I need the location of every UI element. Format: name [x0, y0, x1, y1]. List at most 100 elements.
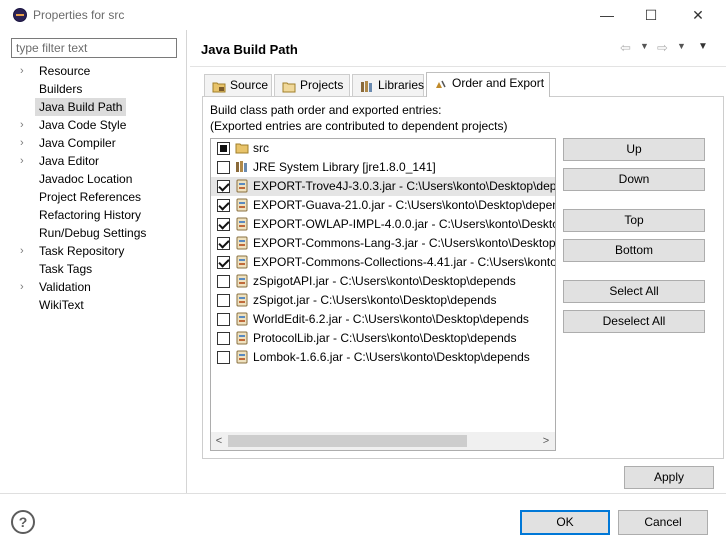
nav-item-project-references[interactable]: Project References	[5, 188, 185, 206]
scroll-right-icon[interactable]: >	[540, 432, 552, 450]
tab-label: Order and Export	[452, 76, 545, 90]
expand-chevron-icon[interactable]: ›	[20, 242, 30, 260]
classpath-entry[interactable]: WorldEdit-6.2.jar - C:\Users\konto\Deskt…	[211, 310, 555, 329]
tab-label: Libraries	[378, 78, 425, 92]
export-checkbox[interactable]	[217, 142, 230, 155]
libraries-icon	[360, 79, 374, 92]
top-button[interactable]: Top	[563, 209, 705, 232]
export-checkbox[interactable]	[217, 161, 230, 174]
scroll-left-icon[interactable]: <	[213, 432, 225, 450]
export-checkbox[interactable]	[217, 237, 230, 250]
expand-chevron-icon[interactable]: ›	[20, 278, 30, 296]
nav-item-label: Run/Debug Settings	[39, 226, 147, 240]
bottom-button[interactable]: Bottom	[563, 239, 705, 262]
expand-chevron-icon[interactable]: ›	[20, 152, 30, 170]
export-checkbox[interactable]	[217, 275, 230, 288]
back-menu-icon[interactable]: ▼	[640, 41, 649, 51]
category-tree: › Resource Builders Java Build Path › Java Co…	[5, 62, 187, 322]
nav-item-java-build-path[interactable]: Java Build Path	[5, 98, 185, 116]
nav-item-resource[interactable]: › Resource	[5, 62, 185, 80]
back-icon[interactable]: ⇦	[620, 40, 631, 56]
cancel-button[interactable]: Cancel	[618, 510, 708, 535]
expand-chevron-icon[interactable]: ›	[20, 116, 30, 134]
classpath-entry[interactable]: zSpigotAPI.jar - C:\Users\konto\Desktop\…	[211, 272, 555, 291]
nav-item-task-repository[interactable]: › Task Repository	[5, 242, 185, 260]
nav-item-javadoc-location[interactable]: Javadoc Location	[5, 170, 185, 188]
nav-item-java-code-style[interactable]: › Java Code Style	[5, 116, 185, 134]
classpath-entry[interactable]: zSpigot.jar - C:\Users\konto\Desktop\dep…	[211, 291, 555, 310]
entry-label: zSpigot.jar - C:\Users\konto\Desktop\dep…	[253, 293, 497, 307]
nav-item-label: WikiText	[39, 298, 84, 312]
jar-icon	[235, 312, 249, 326]
classpath-entry[interactable]: EXPORT-Trove4J-3.0.3.jar - C:\Users\kont…	[211, 177, 555, 196]
tab-label: Projects	[300, 78, 344, 92]
nav-item-refactoring-history[interactable]: Refactoring History	[5, 206, 185, 224]
nav-item-label: Java Build Path	[35, 98, 127, 116]
tab-order-and-export[interactable]: Order and Export	[426, 72, 550, 97]
nav-item-label: Task Repository	[39, 244, 125, 258]
tab-libraries[interactable]: Libraries	[352, 74, 424, 96]
classpath-entry[interactable]: EXPORT-Commons-Collections-4.41.jar - C:…	[211, 253, 555, 272]
forward-icon[interactable]: ⇨	[657, 40, 668, 56]
forward-menu-icon[interactable]: ▼	[677, 41, 686, 51]
help-icon[interactable]: ?	[11, 510, 35, 534]
expand-chevron-icon[interactable]: ›	[20, 62, 30, 80]
jar-icon	[235, 179, 249, 193]
description-line-1: Build class path order and exported entr…	[210, 103, 442, 117]
close-button[interactable]: ✕	[676, 0, 720, 30]
filter-input[interactable]	[11, 38, 177, 58]
entry-label: JRE System Library [jre1.8.0_141]	[253, 160, 436, 174]
nav-item-builders[interactable]: Builders	[5, 80, 185, 98]
minimize-button[interactable]: —	[585, 0, 629, 30]
export-checkbox[interactable]	[217, 180, 230, 193]
nav-item-label: Refactoring History	[39, 208, 142, 222]
maximize-button[interactable]: ☐	[629, 0, 673, 30]
projects-icon	[282, 79, 296, 93]
nav-item-label: Builders	[39, 82, 83, 96]
jar-icon	[235, 331, 249, 345]
entry-label: Lombok-1.6.6.jar - C:\Users\konto\Deskto…	[253, 350, 530, 364]
classpath-entry[interactable]: EXPORT-Guava-21.0.jar - C:\Users\konto\D…	[211, 196, 555, 215]
nav-item-label: Resource	[39, 64, 91, 78]
export-checkbox[interactable]	[217, 256, 230, 269]
classpath-entry-list[interactable]: src JRE System Library [jre1.8.0_141] EXPO…	[210, 138, 556, 451]
entry-label: EXPORT-OWLAP-IMPL-4.0.0.jar - C:\Users\k…	[253, 217, 555, 231]
nav-item-label: Java Code Style	[39, 118, 127, 132]
eclipse-icon	[13, 8, 27, 22]
nav-item-run-debug-settings[interactable]: Run/Debug Settings	[5, 224, 185, 242]
tab-source[interactable]: Source	[204, 74, 272, 96]
jar-icon	[235, 350, 249, 364]
down-button[interactable]: Down	[563, 168, 705, 191]
folder-icon	[235, 141, 249, 155]
nav-item-wikitext[interactable]: WikiText	[5, 296, 185, 314]
up-button[interactable]: Up	[563, 138, 705, 161]
scrollbar-thumb[interactable]	[228, 435, 467, 447]
nav-item-task-tags[interactable]: Task Tags	[5, 260, 185, 278]
view-menu-icon[interactable]: ▼	[698, 41, 708, 52]
export-checkbox[interactable]	[217, 199, 230, 212]
export-checkbox[interactable]	[217, 313, 230, 326]
ok-button[interactable]: OK	[520, 510, 610, 535]
classpath-entry[interactable]: EXPORT-OWLAP-IMPL-4.0.0.jar - C:\Users\k…	[211, 215, 555, 234]
classpath-entry[interactable]: src	[211, 139, 555, 158]
entry-label: ProtocolLib.jar - C:\Users\konto\Desktop…	[253, 331, 517, 345]
deselect-all-button[interactable]: Deselect All	[563, 310, 705, 333]
source-folder-icon	[212, 79, 226, 93]
classpath-entry[interactable]: Lombok-1.6.6.jar - C:\Users\konto\Deskto…	[211, 348, 555, 367]
export-checkbox[interactable]	[217, 294, 230, 307]
nav-item-java-editor[interactable]: › Java Editor	[5, 152, 185, 170]
tab-projects[interactable]: Projects	[274, 74, 350, 96]
export-checkbox[interactable]	[217, 218, 230, 231]
export-checkbox[interactable]	[217, 351, 230, 364]
classpath-entry[interactable]: EXPORT-Commons-Lang-3.jar - C:\Users\kon…	[211, 234, 555, 253]
nav-item-validation[interactable]: › Validation	[5, 278, 185, 296]
select-all-button[interactable]: Select All	[563, 280, 705, 303]
expand-chevron-icon[interactable]: ›	[20, 134, 30, 152]
export-checkbox[interactable]	[217, 332, 230, 345]
apply-button[interactable]: Apply	[624, 466, 714, 489]
nav-item-label: Java Compiler	[39, 136, 116, 150]
nav-item-java-compiler[interactable]: › Java Compiler	[5, 134, 185, 152]
classpath-entry[interactable]: ProtocolLib.jar - C:\Users\konto\Desktop…	[211, 329, 555, 348]
jar-icon	[235, 274, 249, 288]
classpath-entry[interactable]: JRE System Library [jre1.8.0_141]	[211, 158, 555, 177]
